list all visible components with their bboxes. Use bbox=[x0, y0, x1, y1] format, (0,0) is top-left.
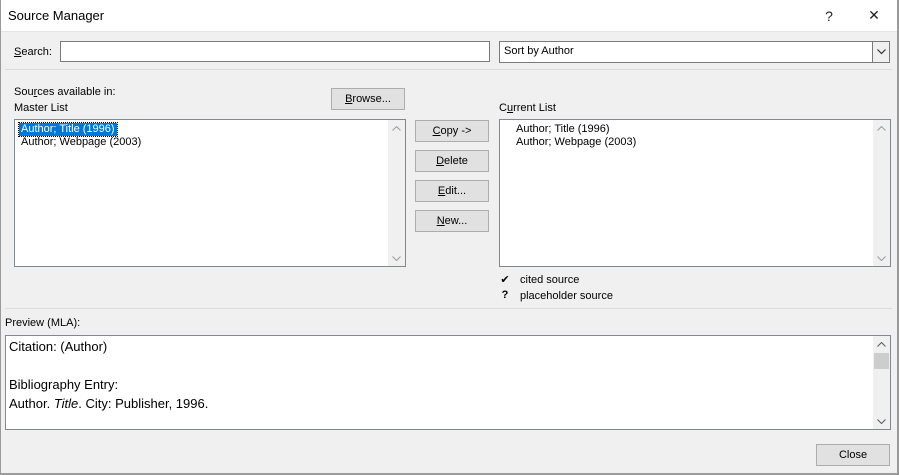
copy-button[interactable]: Copy -> bbox=[415, 120, 489, 142]
current-list-label: Current List bbox=[499, 102, 556, 114]
separator-top bbox=[5, 69, 892, 70]
scroll-down-icon[interactable] bbox=[873, 250, 890, 266]
preview-bibliography-entry: Author. Title. City: Publisher, 1996. bbox=[9, 396, 209, 411]
search-input[interactable] bbox=[60, 41, 490, 62]
scroll-up-icon[interactable] bbox=[873, 336, 890, 352]
master-list[interactable]: Author; Title (1996) Author; Webpage (20… bbox=[14, 119, 406, 267]
legend-placeholder-label: placeholder source bbox=[520, 290, 613, 302]
sources-available-label: Sources available in: bbox=[14, 86, 116, 98]
current-list[interactable]: Author; Title (1996) Author; Webpage (20… bbox=[499, 119, 891, 267]
scroll-down-icon[interactable] bbox=[873, 413, 890, 429]
search-label: Search: bbox=[14, 46, 52, 58]
scroll-up-icon[interactable] bbox=[873, 120, 890, 136]
master-list-item[interactable]: Author; Title (1996) bbox=[18, 122, 118, 137]
edit-button[interactable]: Edit... bbox=[415, 180, 489, 202]
new-button[interactable]: New... bbox=[415, 210, 489, 232]
window-border-left bbox=[0, 0, 1, 475]
scroll-down-icon[interactable] bbox=[388, 250, 405, 266]
checkmark-icon: ✔ bbox=[500, 274, 510, 286]
close-button[interactable]: Close bbox=[816, 444, 890, 466]
scroll-up-icon[interactable] bbox=[388, 120, 405, 136]
browse-button[interactable]: Browse... bbox=[331, 88, 405, 110]
sort-dropdown-value: Sort by Author bbox=[504, 45, 574, 57]
help-button[interactable]: ? bbox=[807, 0, 851, 31]
window-title: Source Manager bbox=[8, 8, 105, 23]
preview-bibliography-heading: Bibliography Entry: bbox=[9, 377, 119, 392]
preview-citation: Citation: (Author) bbox=[9, 339, 108, 354]
current-list-item[interactable]: Author; Webpage (2003) bbox=[514, 136, 638, 149]
title-bar: Source Manager ? ✕ bbox=[0, 0, 899, 32]
current-list-item[interactable]: Author; Title (1996) bbox=[514, 123, 612, 136]
master-list-scrollbar[interactable] bbox=[388, 120, 405, 266]
current-list-scrollbar[interactable] bbox=[873, 120, 890, 266]
master-list-label: Master List bbox=[14, 102, 68, 114]
window-close-button[interactable]: ✕ bbox=[852, 0, 896, 31]
question-mark-icon: ? bbox=[501, 289, 509, 301]
preview-label: Preview (MLA): bbox=[5, 317, 81, 329]
preview-pane: Citation: (Author) Bibliography Entry: A… bbox=[5, 335, 891, 430]
preview-scroll-thumb[interactable] bbox=[874, 353, 889, 369]
master-list-item[interactable]: Author; Webpage (2003) bbox=[19, 136, 143, 149]
separator-bottom bbox=[5, 308, 892, 309]
sort-dropdown[interactable]: Sort by Author bbox=[499, 41, 890, 63]
delete-button[interactable]: Delete bbox=[415, 150, 489, 172]
preview-scrollbar[interactable] bbox=[873, 336, 890, 429]
legend-cited-label: cited source bbox=[520, 274, 580, 286]
chevron-down-icon[interactable] bbox=[872, 42, 889, 62]
